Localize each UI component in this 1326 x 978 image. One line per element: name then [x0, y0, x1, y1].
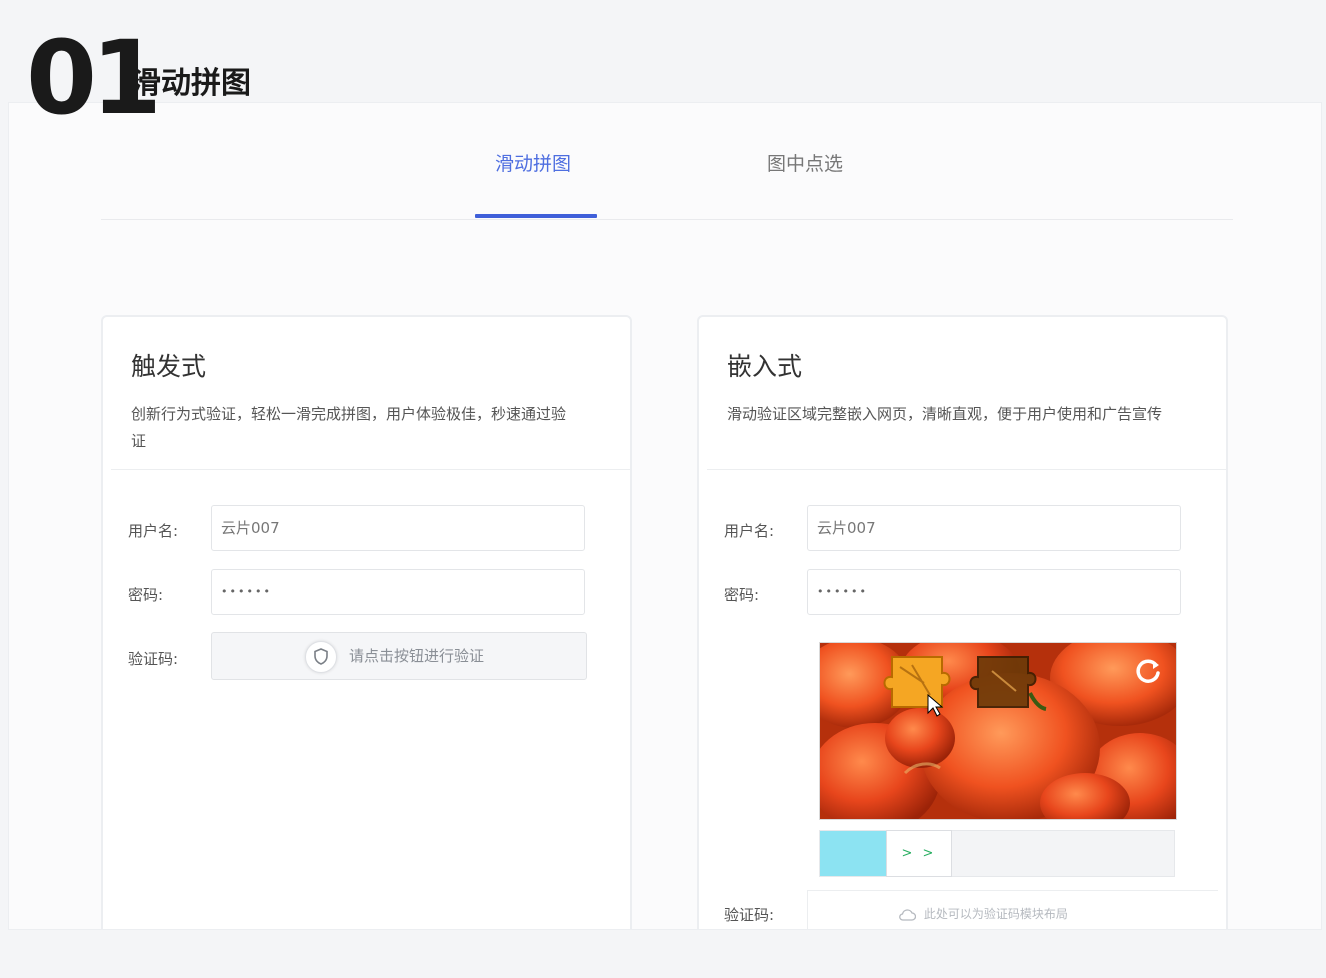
password-input[interactable]: ••••••: [807, 569, 1181, 615]
card-description: 创新行为式验证，轻松一滑完成拼图，用户体验极佳，秒速通过验证: [131, 405, 567, 450]
captcha-hint-text: 此处可以为验证码模块布局: [923, 907, 1068, 921]
tab-bar: 滑动拼图 图中点选: [101, 103, 1233, 220]
tab-slide-puzzle[interactable]: 滑动拼图: [495, 149, 571, 176]
username-label: 用户名:: [724, 522, 775, 540]
active-tab-indicator: [475, 214, 597, 218]
divider: [707, 469, 1226, 470]
shield-icon: [305, 641, 337, 673]
captcha-label: 验证码:: [128, 650, 179, 668]
username-label: 用户名:: [128, 522, 179, 540]
verify-trigger-button[interactable]: 请点击按钮进行验证: [211, 632, 587, 680]
slider-handle[interactable]: > >: [886, 830, 952, 877]
password-label: 密码:: [128, 586, 164, 604]
trigger-card: 触发式 创新行为式验证，轻松一滑完成拼图，用户体验极佳，秒速通过验证 用户名: …: [101, 315, 632, 929]
refresh-icon[interactable]: [1132, 655, 1164, 687]
verify-button-label: 请点击按钮进行验证: [349, 647, 485, 665]
captcha-placeholder: 此处可以为验证码模块布局: [807, 890, 1218, 929]
slider-progress: [820, 831, 886, 876]
cloud-icon: [899, 909, 917, 921]
embedded-card: 嵌入式 滑动验证区域完整嵌入网页，清晰直观，便于用户使用和广告宣传 用户名: 云…: [697, 315, 1228, 929]
tab-click-select[interactable]: 图中点选: [767, 149, 843, 176]
page-title: 滑动拼图: [131, 66, 251, 101]
puzzle-image: [819, 642, 1177, 820]
captcha-label: 验证码:: [724, 906, 775, 924]
demo-panel: 滑动拼图 图中点选 触发式 创新行为式验证，轻松一滑完成拼图，用户体验极佳，秒速…: [8, 102, 1322, 930]
slider-track[interactable]: > >: [819, 830, 1175, 877]
password-label: 密码:: [724, 586, 760, 604]
password-input[interactable]: ••••••: [211, 569, 585, 615]
username-input[interactable]: 云片007: [807, 505, 1181, 551]
divider: [111, 469, 630, 470]
card-title: 嵌入式: [727, 352, 803, 381]
username-input[interactable]: 云片007: [211, 505, 585, 551]
card-title: 触发式: [131, 352, 207, 381]
card-description: 滑动验证区域完整嵌入网页，清晰直观，便于用户使用和广告宣传: [727, 405, 1163, 423]
